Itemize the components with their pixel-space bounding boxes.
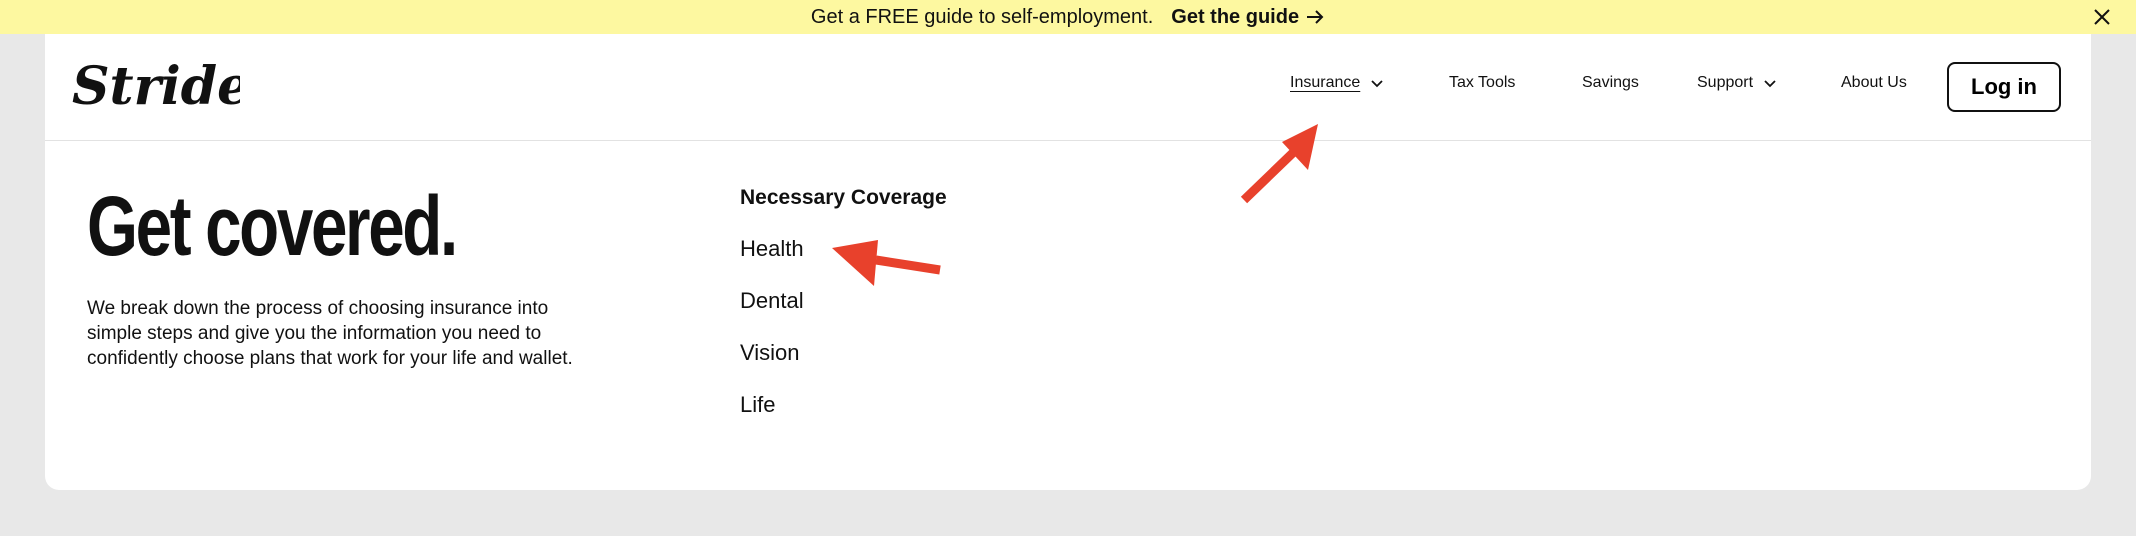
banner-message: Get a FREE guide to self-employment. — [810, 5, 1154, 28]
annotation-arrow-icon — [1240, 124, 1318, 204]
stride-logo[interactable]: Stride — [70, 56, 250, 121]
login-button[interactable]: Log in — [1947, 62, 2061, 112]
nav-savings-label: Savings — [1582, 74, 1639, 91]
promo-banner: Get a FREE guide to self-employment. Get… — [0, 0, 2136, 34]
nav-insurance-label: Insurance — [1290, 74, 1361, 91]
get-guide-link[interactable]: Get the guide — [1171, 6, 1325, 29]
site-header: Stride Insurance Tax Tools Savings Suppo… — [45, 34, 2091, 141]
section-heading: Necessary Coverage — [740, 186, 947, 209]
menu-link-life[interactable]: Life — [740, 392, 775, 418]
close-icon[interactable] — [2090, 5, 2114, 29]
logo-text: Stride — [72, 56, 240, 116]
nav-insurance[interactable]: Insurance — [1290, 74, 1384, 92]
stride-logo-icon: Stride — [72, 56, 250, 117]
nav-support[interactable]: Support — [1697, 74, 1777, 92]
chevron-down-icon — [1371, 80, 1383, 88]
nav-support-label: Support — [1697, 74, 1754, 91]
nav-tax-tools[interactable]: Tax Tools — [1449, 74, 1515, 92]
chevron-down-icon — [1764, 80, 1776, 88]
menu-link-vision[interactable]: Vision — [740, 340, 800, 366]
nav-about-us[interactable]: About Us — [1841, 74, 1907, 92]
menu-link-health[interactable]: Health — [740, 236, 804, 262]
menu-description: We break down the process of choosing in… — [87, 298, 573, 369]
nav-tax-tools-label: Tax Tools — [1449, 74, 1516, 91]
mega-menu-panel: Stride Insurance Tax Tools Savings Suppo… — [45, 34, 2091, 490]
nav-savings[interactable]: Savings — [1582, 74, 1639, 92]
get-guide-label: Get the guide — [1171, 5, 1300, 28]
menu-link-dental[interactable]: Dental — [740, 288, 804, 314]
nav-about-us-label: About Us — [1841, 74, 1907, 91]
arrow-right-icon — [1307, 10, 1324, 24]
page-title: Get covered. — [87, 179, 458, 273]
annotation-arrow-icon — [832, 240, 941, 286]
